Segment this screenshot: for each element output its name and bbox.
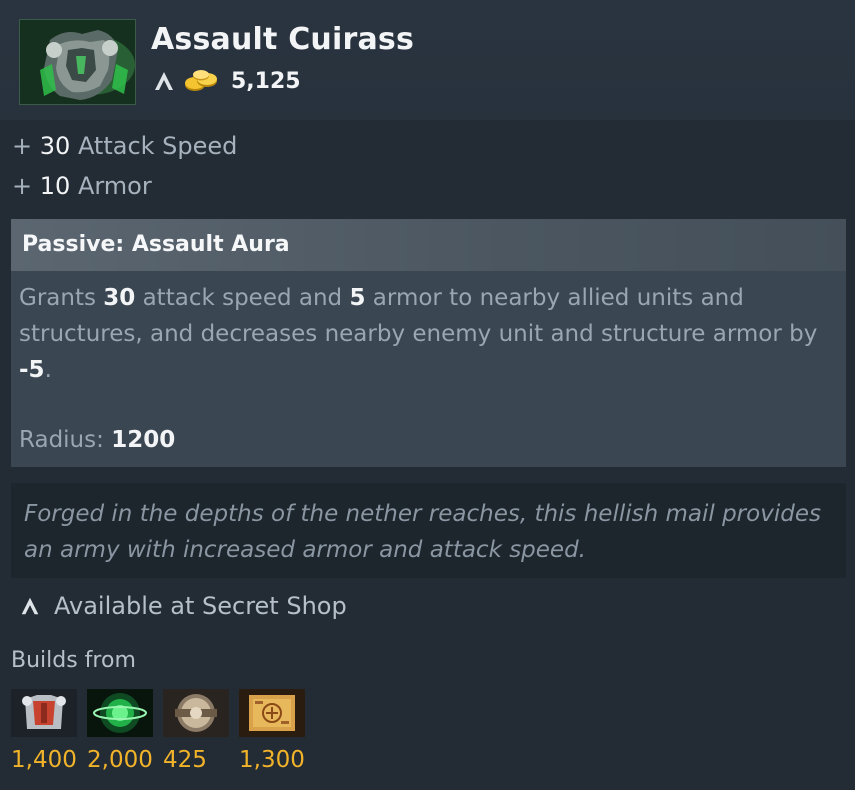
buckler-icon[interactable]: [163, 689, 229, 737]
recipe-scroll-icon[interactable]: [239, 689, 305, 737]
availability-text: Available at Secret Shop: [54, 592, 347, 620]
gold-coins-icon: [183, 68, 219, 94]
tooltip-header: Assault Cuirass 5,125: [0, 0, 855, 120]
component-cost: 425: [163, 747, 207, 773]
component-cost: 1,300: [239, 747, 305, 773]
item-title: Assault Cuirass: [151, 22, 415, 57]
ability-radius: Radius: 1200: [19, 427, 176, 453]
stat-attack-speed: + 30 Attack Speed: [12, 126, 237, 166]
ability-title: Passive: Assault Aura: [11, 219, 846, 271]
lore-text: Forged in the depths of the nether reach…: [11, 483, 846, 578]
stat-armor: + 10 Armor: [12, 166, 237, 206]
ability-panel: Passive: Assault Aura Grants 30 attack s…: [11, 219, 846, 467]
availability-line: Available at Secret Shop: [18, 590, 347, 622]
ability-description: Grants 30 attack speed and 5 armor to ne…: [19, 285, 818, 383]
stat-label: Armor: [77, 172, 152, 200]
item-cost: 5,125: [231, 68, 301, 94]
stat-label: Attack Speed: [77, 132, 238, 160]
secret-shop-icon: [151, 68, 177, 94]
component-item[interactable]: 1,400: [11, 689, 87, 773]
component-list: 1,400 2,000 425 1,300: [11, 689, 315, 773]
stat-list: + 30 Attack Speed + 10 Armor: [12, 126, 237, 206]
component-item[interactable]: 2,000: [87, 689, 163, 773]
component-item[interactable]: 425: [163, 689, 239, 773]
secret-shop-icon: [18, 594, 42, 618]
stat-prefix: +: [12, 172, 33, 200]
component-item[interactable]: 1,300: [239, 689, 315, 773]
stat-prefix: +: [12, 132, 33, 160]
builds-from-label: Builds from: [11, 648, 136, 673]
hyperstone-icon[interactable]: [87, 689, 153, 737]
stat-value: 10: [39, 172, 71, 200]
component-cost: 2,000: [87, 747, 153, 773]
item-cost-row: 5,125: [151, 64, 301, 98]
item-tooltip: Assault Cuirass 5,125 + 30 Attack Speed …: [0, 0, 855, 790]
component-cost: 1,400: [11, 747, 77, 773]
cuirass-armor-icon: [19, 19, 136, 105]
stat-value: 30: [39, 132, 71, 160]
chainmail-icon[interactable]: [11, 689, 77, 737]
